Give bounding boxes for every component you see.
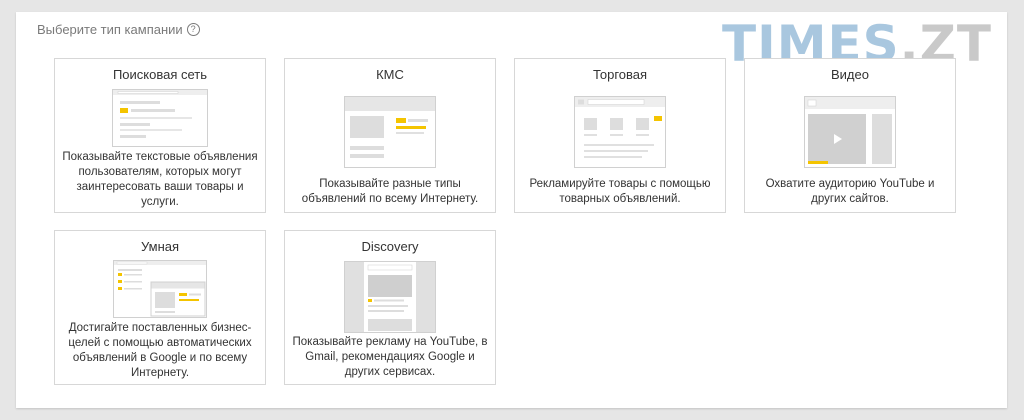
shopping-illustration: [574, 96, 666, 168]
search-network-illustration: [112, 89, 208, 147]
card-title: Умная: [140, 239, 180, 254]
card-search[interactable]: Поисковая сеть Показывайте текстовые объ…: [54, 58, 266, 213]
card-description: Рекламируйте товары с помощью товарных о…: [529, 178, 711, 205]
smart-illustration: [113, 260, 207, 318]
card-video[interactable]: Видео Охватите аудиторию YouTube и други…: [744, 58, 956, 213]
card-description: Показывайте текстовые объявления пользов…: [62, 151, 258, 208]
card-description: Показывайте разные типы объявлений по вс…: [301, 178, 479, 205]
card-description: Достигайте поставленных бизнес-целей с п…: [68, 322, 252, 379]
card-shopping[interactable]: Торговая Рекламируйте товары с помощью т…: [514, 58, 726, 213]
card-description: Показывайте рекламу на YouTube, в Gmail,…: [292, 336, 488, 378]
section-label-text: Выберите тип кампании: [37, 22, 183, 37]
card-title: Поисковая сеть: [112, 67, 208, 82]
card-display[interactable]: КМС Показывайте разные типы объявлений п…: [284, 58, 496, 213]
video-illustration: [804, 96, 896, 168]
card-smart[interactable]: Умная Достигайте поставленных бизнес-цел…: [54, 230, 266, 385]
card-discovery[interactable]: Discovery Показывайте рекламу на YouTube…: [284, 230, 496, 385]
card-description: Охватите аудиторию YouTube и других сайт…: [765, 178, 935, 205]
section-label: Выберите тип кампании ?: [37, 22, 200, 37]
display-network-illustration: [344, 96, 436, 168]
help-icon[interactable]: ?: [186, 23, 200, 36]
card-title: Торговая: [592, 67, 648, 82]
card-title: Discovery: [361, 239, 419, 254]
discovery-illustration: [344, 261, 436, 333]
card-title: КМС: [376, 67, 404, 82]
card-title: Видео: [831, 67, 869, 82]
